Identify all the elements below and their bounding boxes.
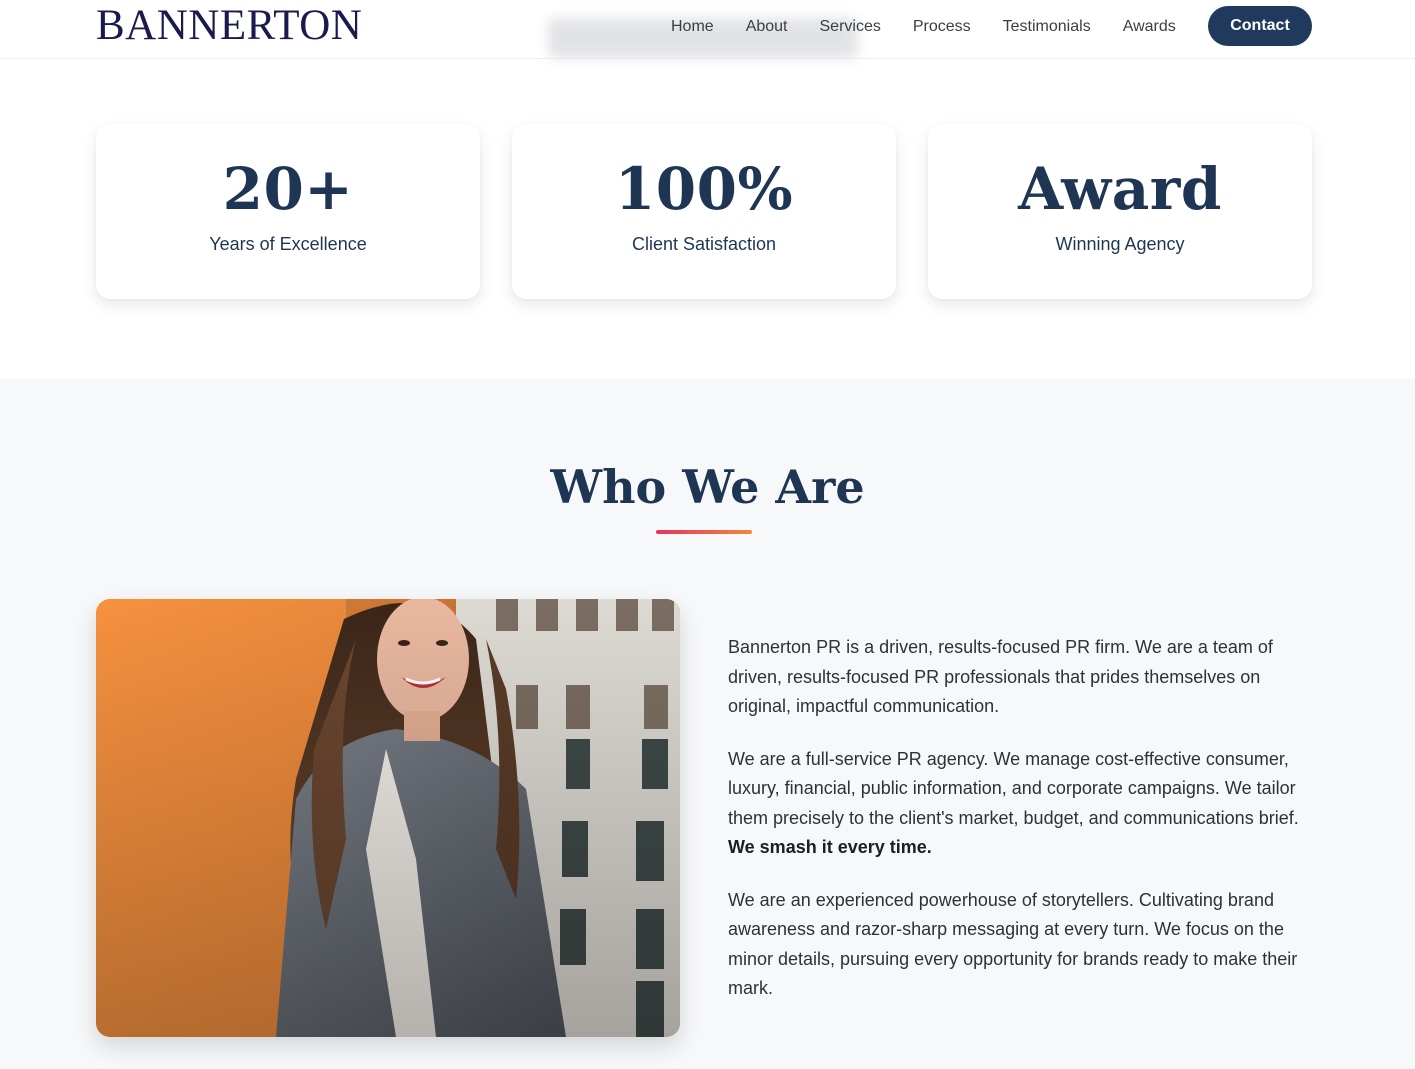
title-divider — [656, 530, 752, 534]
stat-label: Years of Excellence — [209, 234, 367, 254]
site-header: BANNERTON Home About Services Process Te… — [0, 0, 1415, 59]
who-we-are-section: Who We Are Bannerton PR is a driven, res… — [0, 379, 1415, 1069]
nav-awards[interactable]: Awards — [1123, 18, 1176, 36]
brand-logo[interactable]: BANNERTON — [96, 4, 362, 48]
nav-about[interactable]: About — [746, 18, 788, 36]
nav-process[interactable]: Process — [913, 18, 971, 36]
stat-value: 20+ — [222, 155, 354, 223]
about-text: Bannerton PR is a driven, results-focuse… — [728, 633, 1318, 1027]
section-title: Who We Are — [550, 460, 865, 514]
stat-label: Winning Agency — [1055, 234, 1185, 254]
about-paragraph-2: We are a full-service PR agency. We mana… — [728, 745, 1318, 863]
about-paragraph-2-text: We are a full-service PR agency. We mana… — [728, 748, 1299, 828]
about-paragraph-1: Bannerton PR is a driven, results-focuse… — [728, 637, 1273, 716]
stats-row: 20+ Years of Excellence 100% Client Sati… — [96, 124, 1312, 299]
nav-testimonials[interactable]: Testimonials — [1003, 18, 1091, 36]
stat-value: Award — [1018, 155, 1222, 223]
nav-services[interactable]: Services — [820, 18, 881, 36]
stat-card-satisfaction: 100% Client Satisfaction — [512, 124, 896, 299]
stat-label: Client Satisfaction — [631, 234, 777, 254]
team-photo — [96, 599, 680, 1037]
stat-card-award: Award Winning Agency — [928, 124, 1312, 299]
about-paragraph-2-bold: We smash it every time. — [728, 837, 932, 857]
nav-home[interactable]: Home — [671, 18, 714, 36]
stat-card-years: 20+ Years of Excellence — [96, 124, 480, 299]
stat-value: 100% — [614, 155, 794, 223]
main-nav: Home About Services Process Testimonials… — [671, 0, 1208, 54]
contact-button[interactable]: Contact — [1208, 6, 1312, 46]
about-paragraph-3: We are an experienced powerhouse of stor… — [728, 889, 1298, 999]
